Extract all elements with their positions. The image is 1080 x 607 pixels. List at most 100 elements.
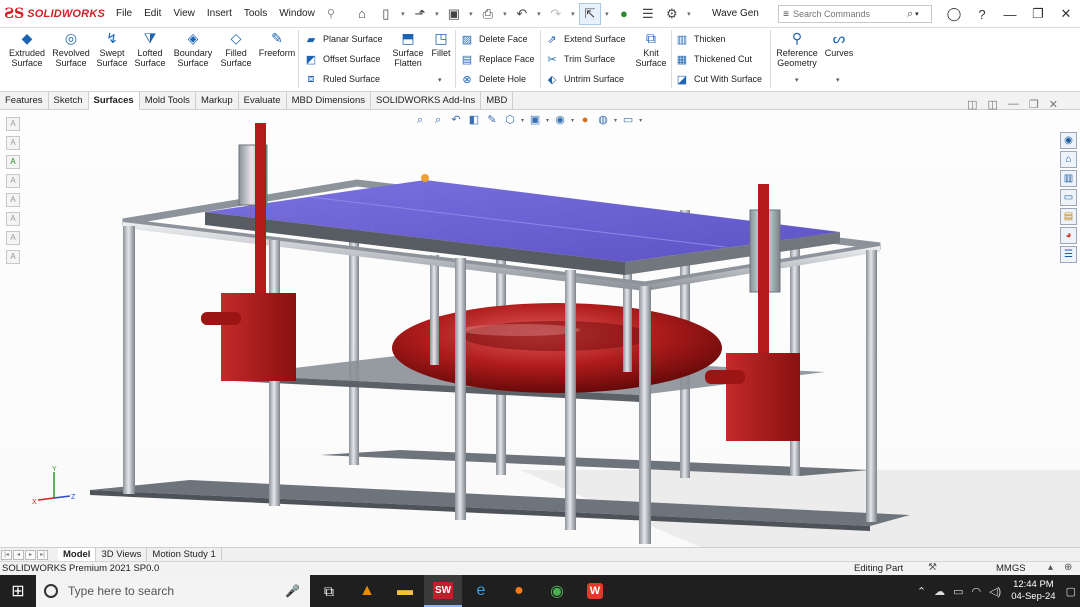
search-dropdown-icon[interactable]: ▾: [915, 10, 919, 18]
viewport-split-icon[interactable]: ◫: [967, 98, 977, 111]
zoom-to-fit-icon[interactable]: ⌕: [413, 113, 427, 127]
search-source-icon[interactable]: ≡: [779, 9, 793, 20]
filter-icon[interactable]: A: [6, 231, 20, 245]
view-settings-icon[interactable]: ▭: [621, 113, 635, 127]
next-tab-icon[interactable]: ▸: [25, 549, 36, 560]
home-icon[interactable]: ⌂: [1060, 151, 1077, 168]
network-icon[interactable]: ☁: [934, 585, 945, 598]
open-dropdown-icon[interactable]: ▾: [433, 10, 441, 18]
vlc-icon[interactable]: ▲: [348, 575, 386, 607]
delete-face-button[interactable]: ▨ Delete Face: [460, 30, 528, 48]
tab-markup[interactable]: Markup: [196, 92, 239, 110]
tab-surfaces[interactable]: Surfaces: [88, 92, 140, 110]
menu-tools[interactable]: Tools: [238, 0, 273, 28]
menu-window[interactable]: Window: [273, 0, 321, 28]
save-icon[interactable]: ▣: [443, 3, 465, 25]
tab-mold-tools[interactable]: Mold Tools: [140, 92, 196, 110]
wps-office-icon[interactable]: W: [576, 575, 614, 607]
save-dropdown-icon[interactable]: ▾: [467, 10, 475, 18]
tab-features[interactable]: Features: [0, 92, 49, 110]
open-icon[interactable]: ⬏: [409, 3, 431, 25]
tab-solidworks-add-ins[interactable]: SOLIDWORKS Add-Ins: [371, 92, 482, 110]
help-icon[interactable]: ?: [968, 7, 996, 22]
edge-icon[interactable]: e: [462, 575, 500, 607]
task-view-icon[interactable]: ⧉: [310, 575, 348, 607]
display-style-dropdown-icon[interactable]: ▾: [546, 117, 549, 124]
filter-icon[interactable]: A: [6, 155, 20, 169]
fillet-button[interactable]: ◳ Fillet: [428, 30, 454, 58]
curves-button[interactable]: ᔕ Curves: [822, 30, 856, 58]
select-dropdown-icon[interactable]: ▾: [603, 10, 611, 18]
new-dropdown-icon[interactable]: ▾: [399, 10, 407, 18]
wifi-icon[interactable]: ◠: [971, 585, 981, 598]
close-icon[interactable]: ✕: [1052, 6, 1080, 22]
home-icon[interactable]: ⌂: [351, 3, 373, 25]
redo-icon[interactable]: ↷: [545, 3, 567, 25]
extend-surface-button[interactable]: ⇗ Extend Surface: [545, 30, 625, 48]
delete-hole-button[interactable]: ⊗ Delete Hole: [460, 70, 526, 88]
cut-with-surface-button[interactable]: ◪ Cut With Surface: [675, 70, 762, 88]
user-account-icon[interactable]: ◯: [940, 6, 968, 22]
windows-start-icon[interactable]: ⊞: [0, 575, 36, 607]
view-settings-dropdown-icon[interactable]: ▾: [639, 117, 642, 124]
viewport-close-icon[interactable]: ✕: [1049, 98, 1058, 111]
notifications-icon[interactable]: ▢: [1066, 585, 1076, 598]
taskbar-search-box[interactable]: Type here to search 🎤: [36, 575, 310, 607]
undo-icon[interactable]: ↶: [511, 3, 533, 25]
curves-dropdown-icon[interactable]: ▾: [836, 76, 840, 84]
lofted-surface-button[interactable]: ⧩ Lofted Surface: [131, 30, 169, 68]
menu-file[interactable]: File: [110, 0, 138, 28]
search-icon[interactable]: ⌕: [907, 8, 913, 21]
zoom-to-area-icon[interactable]: ⌕: [431, 113, 445, 127]
undo-dropdown-icon[interactable]: ▾: [535, 10, 543, 18]
edit-appearance-icon[interactable]: ●: [578, 113, 592, 127]
filter-icon[interactable]: A: [6, 250, 20, 264]
filter-icon[interactable]: A: [6, 212, 20, 226]
minimize-icon[interactable]: —: [996, 7, 1024, 22]
tab-motion-study[interactable]: Motion Study 1: [147, 548, 222, 561]
battery-icon[interactable]: ▭: [953, 585, 963, 598]
tab-model[interactable]: Model: [58, 548, 97, 561]
options-gear-icon[interactable]: ⚙: [661, 3, 683, 25]
rebuild-traffic-light-icon[interactable]: ●: [613, 3, 635, 25]
pin-icon[interactable]: ⚲: [321, 7, 341, 20]
file-properties-icon[interactable]: ☰: [637, 3, 659, 25]
print-dropdown-icon[interactable]: ▾: [501, 10, 509, 18]
menu-edit[interactable]: Edit: [138, 0, 167, 28]
trim-surface-button[interactable]: ✂ Trim Surface: [545, 50, 615, 68]
volume-icon[interactable]: ◁): [989, 585, 1001, 598]
tab-3d-views[interactable]: 3D Views: [96, 548, 148, 561]
unit-system[interactable]: MMGS: [996, 563, 1026, 574]
file-explorer-icon[interactable]: ▬: [386, 575, 424, 607]
status-help-icon[interactable]: ⊕: [1064, 562, 1072, 573]
view-orientation-icon[interactable]: ⬡: [503, 113, 517, 127]
filled-surface-button[interactable]: ◇ Filled Surface: [217, 30, 255, 68]
revolved-surface-button[interactable]: ◎ Revolved Surface: [50, 30, 92, 68]
previous-view-icon[interactable]: ↶: [449, 113, 463, 127]
3d-model-view[interactable]: [0, 110, 1080, 547]
reference-geometry-dropdown-icon[interactable]: ▾: [795, 76, 799, 84]
search-commands-box[interactable]: ≡ ⌕ ▾: [778, 5, 932, 23]
freeform-button[interactable]: ✎ Freeform: [256, 30, 298, 58]
chrome-icon[interactable]: ◉: [538, 575, 576, 607]
reference-geometry-button[interactable]: ⚲ Reference Geometry: [774, 30, 820, 68]
rebuild-status-icon[interactable]: ⚒: [928, 562, 937, 573]
tab-sketch[interactable]: Sketch: [49, 92, 89, 110]
last-tab-icon[interactable]: ▸|: [37, 549, 48, 560]
menu-view[interactable]: View: [167, 0, 201, 28]
restore-icon[interactable]: ❐: [1024, 6, 1052, 22]
hide-show-dropdown-icon[interactable]: ▾: [571, 117, 574, 124]
section-view-icon[interactable]: ◧: [467, 113, 481, 127]
filter-icon[interactable]: A: [6, 136, 20, 150]
viewport-link-icon[interactable]: ◫: [988, 98, 998, 111]
firefox-icon[interactable]: ●: [500, 575, 538, 607]
units-dropdown-icon[interactable]: ▴: [1048, 562, 1053, 573]
show-hidden-icons-icon[interactable]: ⌃: [917, 585, 926, 598]
ruled-surface-button[interactable]: ⧈ Ruled Surface: [304, 70, 381, 88]
extruded-surface-button[interactable]: ◆ Extruded Surface: [6, 30, 48, 68]
design-library-icon[interactable]: ▥: [1060, 170, 1077, 187]
fillet-dropdown-icon[interactable]: ▾: [438, 76, 442, 84]
thicken-button[interactable]: ▥ Thicken: [675, 30, 726, 48]
tab-mbd-dimensions[interactable]: MBD Dimensions: [287, 92, 371, 110]
view-orientation-dropdown-icon[interactable]: ▾: [521, 117, 524, 124]
